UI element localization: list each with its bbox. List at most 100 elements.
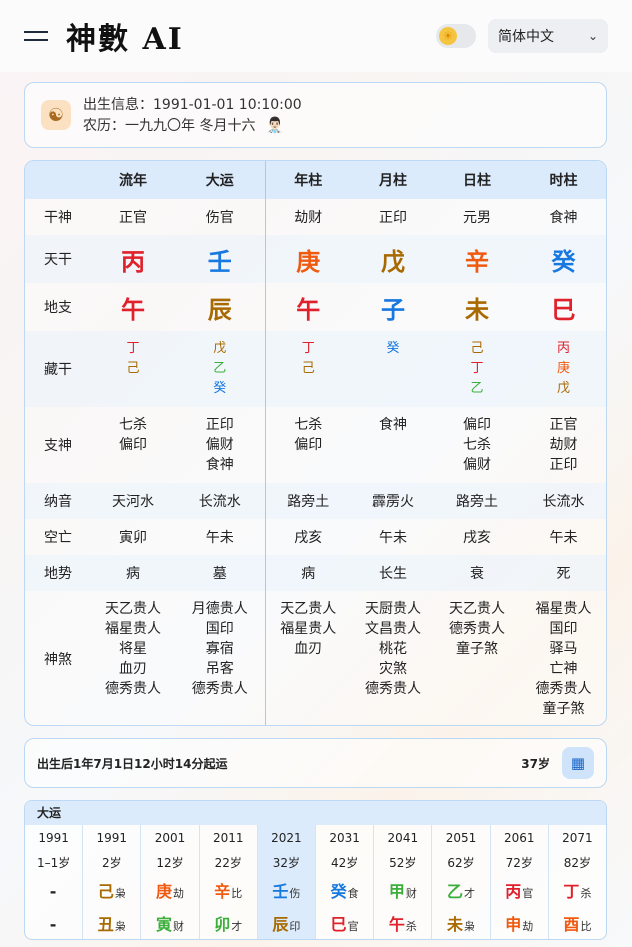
- dayun-age: 1–1岁: [36, 856, 71, 870]
- dayun-gan-god: 财: [405, 887, 417, 900]
- dizhi-char: 巳: [551, 295, 576, 324]
- canggan-cell: 丙庚戊: [519, 331, 606, 407]
- chevron-down-icon: ⌄: [587, 29, 598, 43]
- dayun-zhi-god: 枭: [114, 920, 126, 933]
- shensha-stack: 福星贵人 国印 驿马 亡神 德秀贵人 童子煞: [519, 599, 606, 719]
- row-label-kongwang: 空亡: [44, 530, 72, 546]
- canggan-cell: 丁己: [91, 331, 175, 407]
- dayun-gan-char: 癸: [330, 882, 347, 901]
- dayun-column[interactable]: 2071 82岁 丁杀 酉比: [549, 825, 606, 939]
- dayun-gan-god: 枭: [114, 887, 126, 900]
- canggan-stack: 丙庚戊: [519, 339, 606, 399]
- fushen-item: 食神: [205, 457, 234, 473]
- fushen-item: 偏财: [205, 437, 234, 453]
- shensha-item: 童子煞: [456, 641, 498, 657]
- dayun-year: 1991: [38, 831, 69, 845]
- fushen-item: 食神: [379, 417, 407, 433]
- dayun-gan: 癸食: [316, 875, 373, 908]
- dayun-column[interactable]: 2051 62岁 乙才 未枭: [432, 825, 491, 939]
- dayun-gan: 丙官: [491, 875, 548, 908]
- tiangan-char: 辛: [465, 247, 489, 276]
- dayun-column[interactable]: 2021 32岁 壬伤 辰印: [257, 825, 317, 939]
- tiangan-cell: 辛: [435, 235, 519, 283]
- calendar-icon[interactable]: ▦: [562, 747, 594, 779]
- dayun-year: 2021: [271, 831, 302, 845]
- shensha-stack: 天厨贵人 文昌贵人 桃花 灾煞 德秀贵人: [351, 599, 435, 699]
- dizhi-cell: 午: [265, 283, 351, 331]
- shensha-item: 福星贵人: [535, 601, 592, 617]
- canggan-stack: 丁己: [266, 339, 352, 379]
- shensha-item: 天乙贵人: [280, 601, 337, 617]
- column-header: 时柱: [519, 161, 606, 199]
- shensha-cell: 天厨贵人 文昌贵人 桃花 灾煞 德秀贵人: [351, 591, 435, 725]
- dayun-gan-god: 伤: [289, 887, 301, 900]
- dayun-zhi-char: 辰: [272, 915, 289, 934]
- dayun-gan-char: 甲: [388, 882, 405, 901]
- dayun-age: 32岁: [272, 856, 301, 870]
- dayun-zhi-god: 杀: [405, 920, 417, 933]
- shensha-item: 天乙贵人: [449, 601, 505, 617]
- dayun-column[interactable]: 1991 1–1岁 - -: [25, 825, 84, 939]
- fushen-item: 偏印: [119, 437, 147, 453]
- dayun-zhi-god: 枭: [464, 920, 476, 933]
- dishi-cell: 长生: [351, 555, 435, 591]
- fushen-cell: 七杀 偏印: [265, 407, 351, 483]
- birth-lunar: 农历：一九九〇年 冬月十六: [83, 117, 256, 134]
- nayin-cell: 路旁土: [265, 483, 351, 519]
- dayun-column[interactable]: 2041 52岁 甲财 午杀: [374, 825, 433, 939]
- dayun-zhi-god: 比: [580, 920, 592, 933]
- shensha-item: 国印: [549, 621, 578, 637]
- canggan-char: 丁: [126, 341, 140, 356]
- fushen-item: 偏财: [463, 457, 491, 473]
- fushen-stack: 七杀 偏印: [266, 415, 352, 455]
- dayun-year: 2071: [562, 831, 593, 845]
- row-label-fushen: 支神: [44, 438, 72, 454]
- dayun-gan: 丁杀: [549, 875, 606, 908]
- dishi-cell: 墓: [175, 555, 266, 591]
- dayun-zhi: 丑枭: [83, 908, 140, 939]
- shensha-cell: 福星贵人 国印 驿马 亡神 德秀贵人 童子煞: [519, 591, 606, 725]
- dayun-column[interactable]: 2061 72岁 丙官 申劫: [491, 825, 549, 939]
- dayun-year: 1991: [96, 831, 128, 845]
- shensha-item: 德秀贵人: [535, 681, 592, 697]
- canggan-stack: 己丁乙: [435, 339, 519, 399]
- dayun-column[interactable]: 2031 42岁 癸食 巳官: [316, 825, 375, 939]
- dayun-age: 72岁: [505, 856, 533, 870]
- canggan-stack: 丁己: [91, 339, 175, 379]
- shensha-item: 月德贵人: [191, 601, 248, 617]
- canggan-char: 己: [126, 361, 140, 376]
- dayun-zhi-char: 寅: [156, 915, 173, 934]
- shensha-item: 将星: [119, 641, 147, 657]
- dayun-gan: 庚劫: [141, 875, 198, 908]
- menu-icon[interactable]: [24, 28, 50, 44]
- fushen-cell: 正官 劫财 正印: [519, 407, 606, 483]
- shensha-item: 寡宿: [205, 641, 234, 657]
- shensha-item: 德秀贵人: [105, 681, 161, 697]
- fushen-cell: 正印 偏财 食神: [175, 407, 266, 483]
- fushen-stack: 正官 劫财 正印: [519, 415, 606, 475]
- shishen-cell: 伤官: [175, 199, 266, 235]
- dayun-zhi-god: 印: [289, 920, 301, 933]
- theme-toggle[interactable]: ☀: [436, 24, 476, 48]
- shensha-item: 福星贵人: [105, 621, 161, 637]
- column-header: 年柱: [265, 161, 351, 199]
- dishi-cell: 病: [91, 555, 175, 591]
- canggan-char: 乙: [470, 381, 484, 396]
- canggan-char: 己: [301, 361, 315, 376]
- dayun-zhi: 卯才: [200, 908, 257, 939]
- corner-cell: [25, 161, 91, 199]
- dayun-zhi-char: 酉: [563, 915, 580, 934]
- dayun-column[interactable]: 1991 2岁 己枭 丑枭: [83, 825, 142, 939]
- language-select[interactable]: 简体中文 ⌄: [488, 19, 608, 53]
- canggan-char: 丁: [470, 361, 484, 376]
- birth-info-card: ☯ 出生信息：1991-01-01 10:10:00 农历：一九九〇年 冬月十六…: [24, 82, 607, 148]
- dayun-zhi-god: 劫: [522, 920, 534, 933]
- canggan-cell: 戊乙癸: [175, 331, 266, 407]
- shensha-stack: 天乙贵人 福星贵人 将星 血刃 德秀贵人: [91, 599, 175, 699]
- canggan-char: 丙: [556, 341, 570, 356]
- dayun-column[interactable]: 2011 22岁 辛比 卯才: [200, 825, 258, 939]
- shishen-cell: 正印: [379, 210, 407, 226]
- dayun-column[interactable]: 2001 12岁 庚劫 寅财: [141, 825, 200, 939]
- dayun-gan-god: 食: [347, 887, 359, 900]
- shensha-item: 吊客: [205, 661, 234, 677]
